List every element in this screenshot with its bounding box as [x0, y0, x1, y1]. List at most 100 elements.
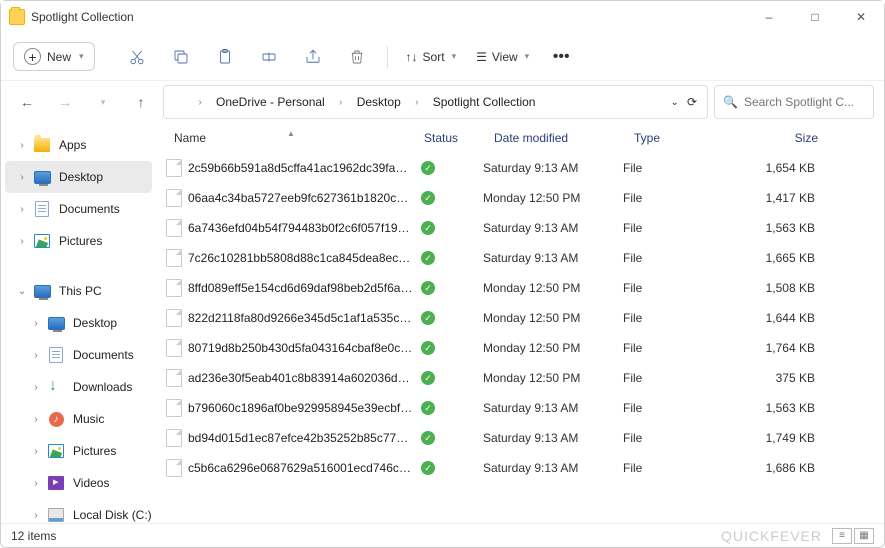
- music-icon: ♪: [47, 410, 65, 428]
- table-row[interactable]: ad236e30f5eab401c8b83914a602036dc9f5... …: [162, 363, 884, 393]
- chevron-right-icon[interactable]: ›: [29, 350, 43, 361]
- cut-button[interactable]: [117, 39, 157, 75]
- rename-button[interactable]: [249, 39, 289, 75]
- col-size[interactable]: Size: [736, 131, 826, 145]
- sidebar-item-label: Documents: [73, 348, 134, 362]
- view-button[interactable]: ☰ View ▾: [468, 39, 537, 75]
- sidebar-item-label: Desktop: [59, 170, 103, 184]
- table-row[interactable]: b796060c1896af0be929958945e39ecbfd7a... …: [162, 393, 884, 423]
- chevron-right-icon[interactable]: ›: [15, 140, 29, 151]
- sidebar-item-apps[interactable]: › Apps: [5, 129, 152, 161]
- sidebar-item-documents[interactable]: › Documents: [5, 339, 152, 371]
- thumbnail-view-button[interactable]: ▦: [854, 528, 874, 544]
- col-name[interactable]: Name▲: [166, 131, 416, 145]
- file-size: 1,563 KB: [733, 221, 823, 235]
- file-type: File: [623, 431, 733, 445]
- file-size: 1,749 KB: [733, 431, 823, 445]
- chevron-right-icon: ›: [409, 97, 425, 108]
- up-button[interactable]: ↑: [125, 86, 157, 118]
- sidebar-item-documents[interactable]: ›Documents: [5, 193, 152, 225]
- new-button[interactable]: + New ▾: [13, 42, 95, 71]
- sidebar-item-videos[interactable]: ›Videos: [5, 467, 152, 499]
- chevron-right-icon[interactable]: ›: [15, 204, 29, 215]
- minimize-button[interactable]: –: [746, 1, 792, 33]
- title-bar: Spotlight Collection – □ ✕: [1, 1, 884, 33]
- chevron-right-icon[interactable]: ›: [15, 172, 29, 183]
- file-type: File: [623, 461, 733, 475]
- chevron-right-icon[interactable]: ›: [29, 510, 43, 521]
- sidebar-item-label: Apps: [59, 138, 86, 152]
- recent-button[interactable]: ▾: [87, 86, 119, 118]
- synced-icon: ✓: [421, 401, 435, 415]
- table-row[interactable]: 2c59b66b591a8d5cffa41ac1962dc39fa9ef... …: [162, 153, 884, 183]
- col-status[interactable]: Status: [416, 131, 486, 145]
- file-date: Saturday 9:13 AM: [483, 161, 623, 175]
- chevron-right-icon[interactable]: ›: [29, 446, 43, 457]
- file-type: File: [623, 341, 733, 355]
- table-row[interactable]: 80719d8b250b430d5fa043164cbaf8e0c80... ✓…: [162, 333, 884, 363]
- file-date: Monday 12:50 PM: [483, 191, 623, 205]
- sidebar-item-localdiskc[interactable]: ›Local Disk (C:): [5, 499, 152, 523]
- table-row[interactable]: 06aa4c34ba5727eeb9fc627361b1820ce785... …: [162, 183, 884, 213]
- video-icon: [47, 474, 65, 492]
- chevron-down-icon[interactable]: ⌄: [15, 286, 29, 297]
- sidebar-item-music[interactable]: ›♪Music: [5, 403, 152, 435]
- file-size: 1,508 KB: [733, 281, 823, 295]
- delete-button[interactable]: [337, 39, 377, 75]
- sidebar-item-desktop[interactable]: › Desktop: [5, 161, 152, 193]
- sidebar-item-pictures[interactable]: › Pictures: [5, 435, 152, 467]
- file-date: Monday 12:50 PM: [483, 311, 623, 325]
- file-date: Saturday 9:13 AM: [483, 461, 623, 475]
- back-button[interactable]: ←: [11, 86, 43, 118]
- toolbar: + New ▾ ↑↓ Sort ▾ ☰ View ▾ •••: [1, 33, 884, 81]
- breadcrumb-item[interactable]: Spotlight Collection: [429, 93, 540, 111]
- close-button[interactable]: ✕: [838, 1, 884, 33]
- search-input[interactable]: [744, 95, 865, 109]
- chevron-right-icon[interactable]: ›: [15, 236, 29, 247]
- chevron-right-icon[interactable]: ›: [29, 478, 43, 489]
- table-row[interactable]: 822d2118fa80d9266e345d5c1af1a535ce98... …: [162, 303, 884, 333]
- file-icon: [166, 279, 182, 297]
- sidebar-item-thispc[interactable]: ⌄ This PC: [5, 275, 152, 307]
- copy-button[interactable]: [161, 39, 201, 75]
- forward-button[interactable]: →: [49, 86, 81, 118]
- file-name: 2c59b66b591a8d5cffa41ac1962dc39fa9ef...: [188, 161, 413, 175]
- table-row[interactable]: 7c26c10281bb5808d88c1ca845dea8ec962... ✓…: [162, 243, 884, 273]
- col-date[interactable]: Date modified: [486, 131, 626, 145]
- sidebar: ›Apps›Desktop›Documents›Pictures⌄This PC…: [1, 123, 156, 523]
- file-status: ✓: [413, 281, 483, 295]
- disk-icon: [47, 506, 65, 523]
- table-row[interactable]: c5b6ca6296e0687629a516001ecd746c499... ✓…: [162, 453, 884, 483]
- table-row[interactable]: bd94d015d1ec87efce42b35252b85c77892... ✓…: [162, 423, 884, 453]
- monitor-icon: [33, 282, 51, 300]
- file-status: ✓: [413, 161, 483, 175]
- chevron-right-icon[interactable]: ›: [29, 414, 43, 425]
- breadcrumb-item[interactable]: OneDrive - Personal: [212, 93, 329, 111]
- file-icon: [166, 309, 182, 327]
- folder-icon: [172, 94, 188, 110]
- sort-button[interactable]: ↑↓ Sort ▾: [398, 39, 465, 75]
- chevron-right-icon[interactable]: ›: [29, 382, 43, 393]
- col-type[interactable]: Type: [626, 131, 736, 145]
- sort-label: Sort: [423, 50, 445, 64]
- maximize-button[interactable]: □: [792, 1, 838, 33]
- breadcrumb-item[interactable]: Desktop: [353, 93, 405, 111]
- more-button[interactable]: •••: [541, 39, 581, 75]
- chevron-down-icon[interactable]: ⌄: [671, 97, 679, 108]
- folder-icon: [9, 9, 25, 25]
- sidebar-item-desktop[interactable]: ›Desktop: [5, 307, 152, 339]
- search-box[interactable]: 🔍: [714, 85, 874, 119]
- sidebar-item-label: This PC: [59, 284, 102, 298]
- refresh-button[interactable]: ⟳: [687, 95, 697, 109]
- sidebar-item-label: Pictures: [73, 444, 116, 458]
- share-button[interactable]: [293, 39, 333, 75]
- sidebar-item-downloads[interactable]: ›Downloads: [5, 371, 152, 403]
- address-bar[interactable]: › OneDrive - Personal › Desktop › Spotli…: [163, 85, 708, 119]
- details-view-button[interactable]: ≡: [832, 528, 852, 544]
- file-type: File: [623, 191, 733, 205]
- table-row[interactable]: 8ffd089eff5e154cd6d69daf98beb2d5f6a64...…: [162, 273, 884, 303]
- chevron-right-icon[interactable]: ›: [29, 318, 43, 329]
- sidebar-item-pictures[interactable]: ›Pictures: [5, 225, 152, 257]
- table-row[interactable]: 6a7436efd04b54f794483b0f2c6f057f19a23...…: [162, 213, 884, 243]
- paste-button[interactable]: [205, 39, 245, 75]
